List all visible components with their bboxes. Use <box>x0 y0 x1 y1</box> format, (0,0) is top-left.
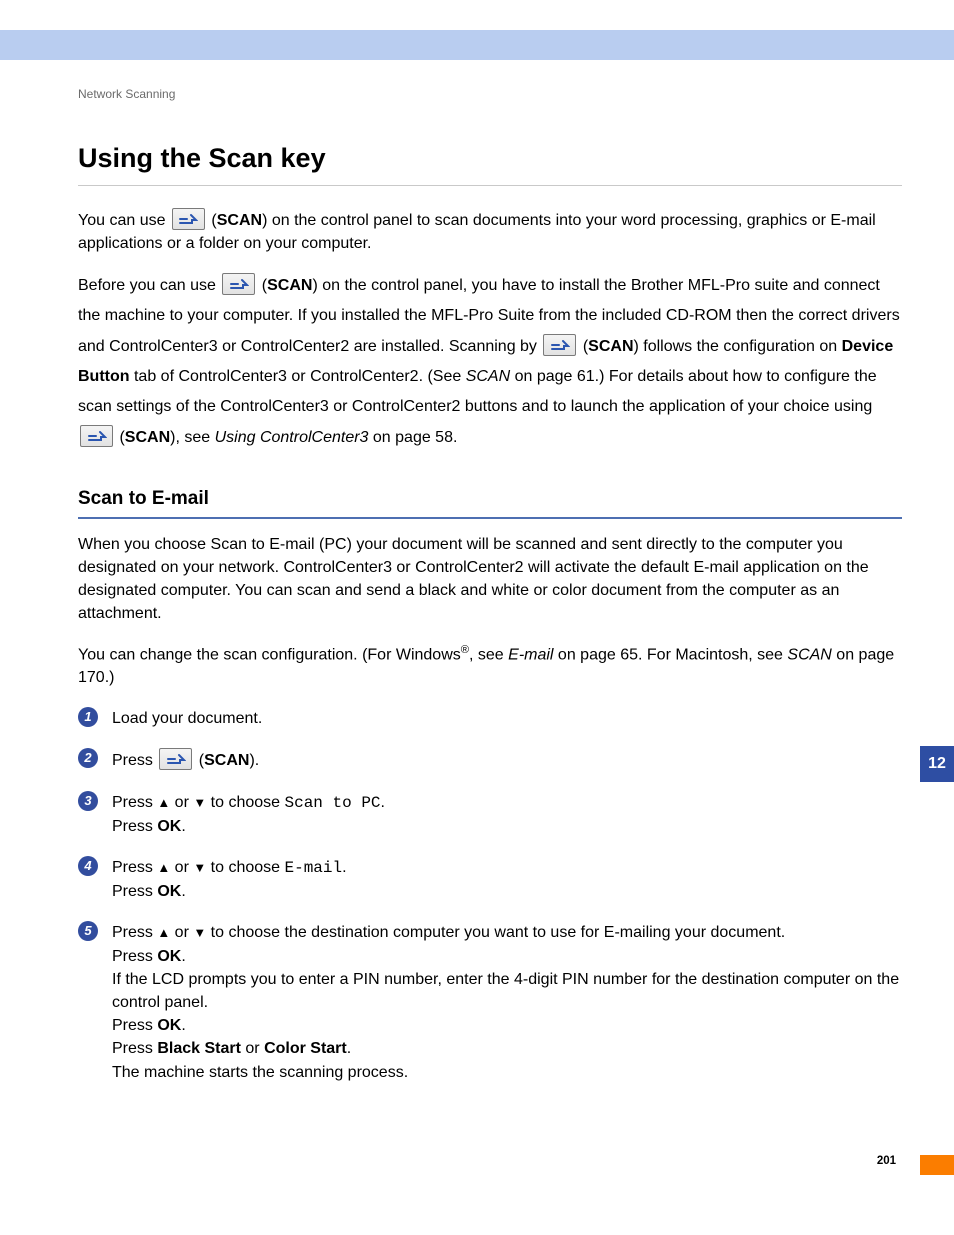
page-number: 201 <box>877 1153 896 1170</box>
text: ) follows the configuration on <box>634 338 842 355</box>
ok-label: OK <box>157 948 181 965</box>
scan-label: SCAN <box>588 338 633 355</box>
text: Before you can use <box>78 277 220 294</box>
text: or <box>170 859 193 876</box>
text: on page 58. <box>368 429 457 446</box>
text: or <box>170 924 193 941</box>
scan-icon <box>159 748 192 770</box>
scan-email-p2: You can change the scan configuration. (… <box>78 642 902 690</box>
step-body: Press (SCAN). <box>112 748 902 772</box>
text: Press <box>112 948 157 965</box>
ok-label: OK <box>157 818 181 835</box>
text: Press <box>112 752 157 769</box>
registered-mark: ® <box>461 644 469 656</box>
text: Press <box>112 883 157 900</box>
scan-icon <box>543 334 576 356</box>
chapter-tab: 12 <box>920 746 954 782</box>
step-body: Load your document. <box>112 707 902 730</box>
arrow-down-icon: ▼ <box>193 925 206 940</box>
text: You can use <box>78 212 170 229</box>
arrow-up-icon: ▲ <box>157 860 170 875</box>
scan-icon <box>80 425 113 447</box>
arrow-down-icon: ▼ <box>193 795 206 810</box>
step-number: 5 <box>78 921 98 941</box>
scan-label: SCAN <box>125 429 170 446</box>
footer-accent <box>920 1155 954 1175</box>
arrow-down-icon: ▼ <box>193 860 206 875</box>
black-start-label: Black Start <box>157 1040 241 1057</box>
text: Press <box>112 818 157 835</box>
page-content: Network Scanning Using the Scan key You … <box>78 86 902 1102</box>
text: ), see <box>170 429 214 446</box>
text: Press <box>112 794 157 811</box>
step-3: 3 Press ▲ or ▼ to choose Scan to PC. Pre… <box>78 791 902 838</box>
text: Press <box>112 1040 157 1057</box>
step-body: Press ▲ or ▼ to choose E-mail. Press OK. <box>112 856 902 903</box>
text: . <box>181 1017 185 1034</box>
step-number: 3 <box>78 791 98 811</box>
text: tab of ControlCenter3 or ControlCenter2.… <box>130 368 466 385</box>
text: or <box>241 1040 264 1057</box>
text: If the LCD prompts you to enter a PIN nu… <box>112 971 899 1011</box>
text: . <box>347 1040 351 1057</box>
step-number: 2 <box>78 748 98 768</box>
title-rule <box>78 185 902 186</box>
text: to choose the destination computer you w… <box>206 924 785 941</box>
step-number: 4 <box>78 856 98 876</box>
text: Press <box>112 1017 157 1034</box>
text: . <box>342 859 346 876</box>
text: to choose <box>206 859 284 876</box>
text: . <box>181 818 185 835</box>
step-2: 2 Press (SCAN). <box>78 748 902 772</box>
scan-icon <box>222 273 255 295</box>
scan-label: SCAN <box>204 752 249 769</box>
page-title: Using the Scan key <box>78 139 902 178</box>
text: ). <box>249 752 259 769</box>
scan-label: SCAN <box>217 212 262 229</box>
header-band <box>0 30 954 60</box>
text: , see <box>469 646 508 663</box>
intro-paragraph: You can use (SCAN) on the control panel … <box>78 208 902 255</box>
ok-label: OK <box>157 1017 181 1034</box>
steps-list: 1 Load your document. 2 Press (SCAN). 3 … <box>78 707 902 1083</box>
step-body: Press ▲ or ▼ to choose Scan to PC. Press… <box>112 791 902 838</box>
step-4: 4 Press ▲ or ▼ to choose E-mail. Press O… <box>78 856 902 903</box>
lcd-option: E-mail <box>285 859 343 877</box>
step-body: Press ▲ or ▼ to choose the destination c… <box>112 921 902 1083</box>
subheading-scan-to-email: Scan to E-mail <box>78 485 902 513</box>
text: or <box>170 794 193 811</box>
xref-email[interactable]: E-mail <box>508 646 553 663</box>
step-number: 1 <box>78 707 98 727</box>
running-header: Network Scanning <box>78 86 902 103</box>
scan-email-p1: When you choose Scan to E-mail (PC) your… <box>78 533 902 626</box>
text: . <box>381 794 385 811</box>
step-5: 5 Press ▲ or ▼ to choose the destination… <box>78 921 902 1083</box>
xref-scan[interactable]: SCAN <box>466 368 510 385</box>
text: . <box>181 948 185 965</box>
scan-label: SCAN <box>267 277 312 294</box>
xref-scan-mac[interactable]: SCAN <box>787 646 831 663</box>
xref-using-controlcenter3[interactable]: Using ControlCenter3 <box>215 429 369 446</box>
lcd-option: Scan to PC <box>285 794 381 812</box>
text: Press <box>112 924 157 941</box>
text: Load your document. <box>112 710 262 727</box>
text: You can change the scan configuration. (… <box>78 646 461 663</box>
color-start-label: Color Start <box>264 1040 347 1057</box>
paragraph-2: Before you can use (SCAN) on the control… <box>78 271 902 453</box>
ok-label: OK <box>157 883 181 900</box>
text: to choose <box>206 794 284 811</box>
text: on page 65. For Macintosh, see <box>553 646 787 663</box>
text: Press <box>112 859 157 876</box>
text: The machine starts the scanning process. <box>112 1064 408 1081</box>
arrow-up-icon: ▲ <box>157 925 170 940</box>
arrow-up-icon: ▲ <box>157 795 170 810</box>
step-1: 1 Load your document. <box>78 707 902 730</box>
subheading-rule <box>78 517 902 519</box>
text: . <box>181 883 185 900</box>
scan-icon <box>172 208 205 230</box>
